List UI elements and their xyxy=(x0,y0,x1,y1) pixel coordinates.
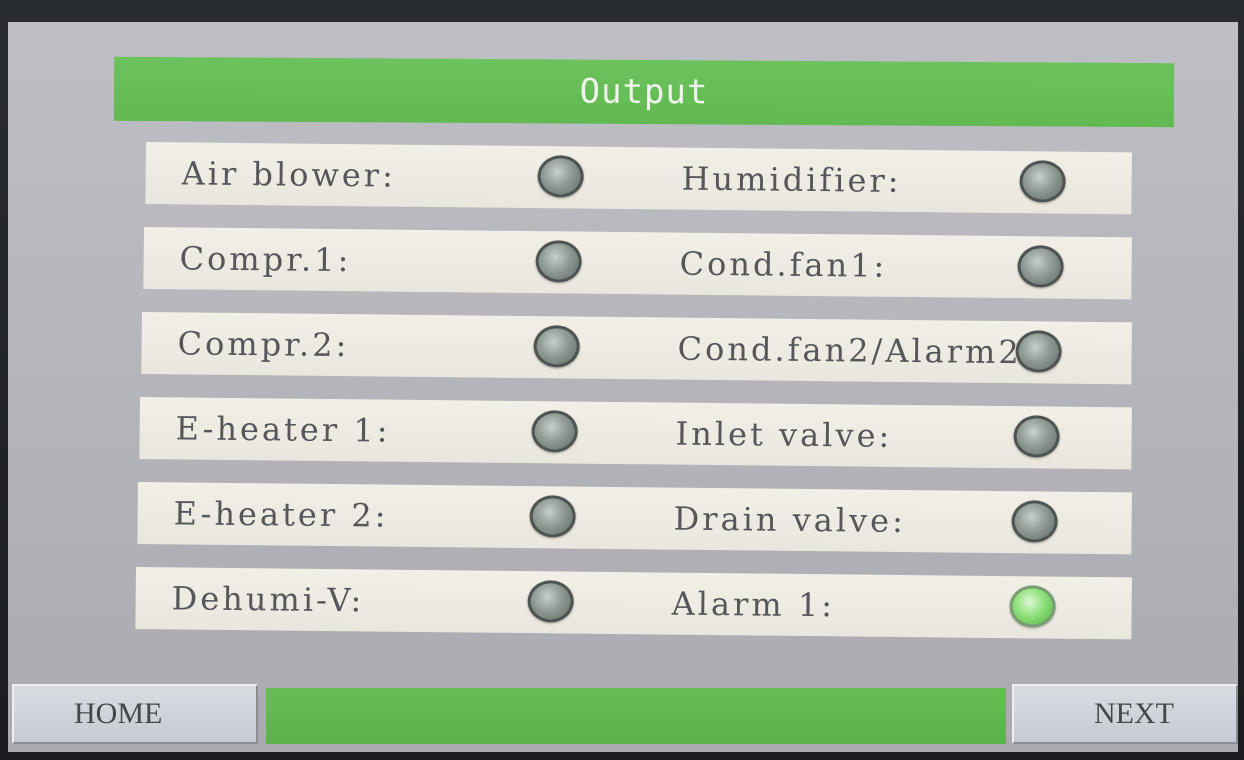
output-label-left: Air blower: xyxy=(181,154,397,195)
output-row: E-heater 2: Drain valve: xyxy=(137,482,1132,555)
home-button[interactable]: HOME xyxy=(12,684,258,744)
output-label-left: Dehumi-V: xyxy=(171,579,365,620)
screen-bezel: Output Air blower: Humidifier: Compr.1: Con… xyxy=(0,0,1244,760)
status-led-icon xyxy=(537,155,584,198)
status-led-icon xyxy=(535,240,582,283)
output-label-right: Cond.fan2/Alarm2 xyxy=(677,329,1018,372)
output-label-left: E-heater 2: xyxy=(173,494,389,535)
status-led-icon xyxy=(1009,585,1056,628)
status-led-icon xyxy=(1015,330,1062,373)
next-button[interactable]: NEXT xyxy=(1012,684,1238,744)
output-label-right: Cond.fan1: xyxy=(679,244,888,285)
status-led-icon xyxy=(533,325,580,368)
output-label-right: Alarm 1: xyxy=(671,584,836,625)
output-row: E-heater 1: Inlet valve: xyxy=(139,397,1132,470)
status-led-icon xyxy=(529,495,576,538)
output-label-left: Compr.1: xyxy=(179,239,352,280)
output-row: Compr.1: Cond.fan1: xyxy=(143,227,1132,300)
output-label-left: Compr.2: xyxy=(177,324,350,365)
nav-bar: HOME NEXT xyxy=(8,684,1238,744)
status-led-icon xyxy=(527,580,574,623)
status-led-icon xyxy=(1019,160,1066,203)
status-led-icon xyxy=(1011,500,1058,543)
status-led-icon xyxy=(1017,245,1064,288)
status-led-icon xyxy=(531,410,578,453)
status-led-icon xyxy=(1013,415,1060,458)
hmi-screen: Output Air blower: Humidifier: Compr.1: Con… xyxy=(8,22,1238,752)
output-label-right: Inlet valve: xyxy=(675,414,893,455)
output-list: Air blower: Humidifier: Compr.1: Cond.fan1:… xyxy=(8,22,1238,752)
output-row: Air blower: Humidifier: xyxy=(145,142,1132,215)
output-label-right: Drain valve: xyxy=(673,499,907,541)
status-strip xyxy=(266,688,1006,744)
output-row: Dehumi-V: Alarm 1: xyxy=(135,567,1132,640)
output-row: Compr.2: Cond.fan2/Alarm2 xyxy=(141,312,1132,385)
output-label-left: E-heater 1: xyxy=(175,409,391,450)
output-label-right: Humidifier: xyxy=(681,159,902,200)
